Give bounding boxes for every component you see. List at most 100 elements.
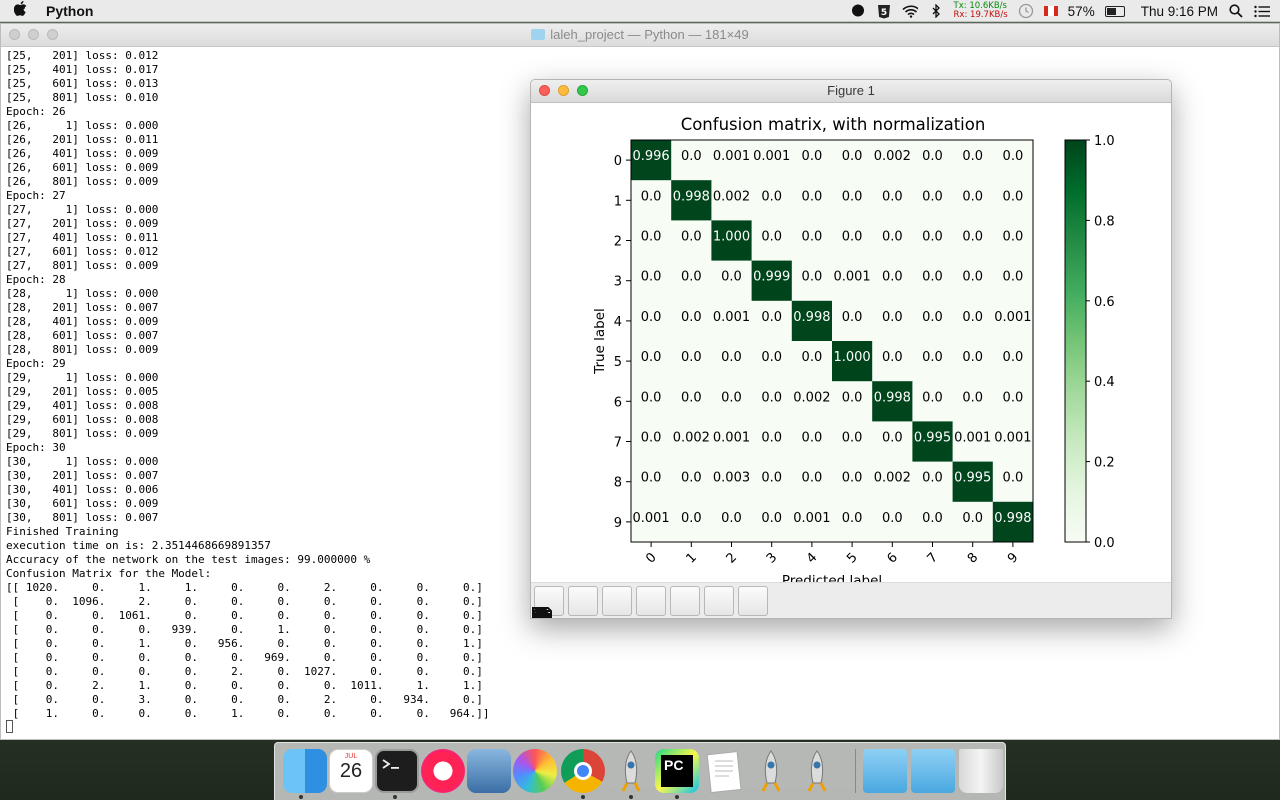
pycharm-icon[interactable]: PC xyxy=(655,749,699,793)
heatmap-cell-label: 0.002 xyxy=(874,149,911,164)
terminal-line: [ 0. 0. 0. 0. 0. 969. 0. 0. 0. 0.] xyxy=(6,651,483,664)
colorbar-tick-label: 0.6 xyxy=(1094,295,1115,310)
chrome-icon[interactable] xyxy=(561,749,605,793)
confusion-matrix-chart[interactable]: Confusion matrix, with normalization 0.9… xyxy=(531,103,1171,582)
heatmap-cell-label: 0.0 xyxy=(842,431,863,446)
heatmap-cell-label: 0.001 xyxy=(793,511,830,526)
heatmap-cell-label: 0.0 xyxy=(681,270,702,285)
heatmap-cell-label: 0.0 xyxy=(882,431,903,446)
heatmap-cell-label: 0.0 xyxy=(761,471,782,486)
heatmap-cell-label: 0.0 xyxy=(802,350,823,365)
heatmap-cell-label: 0.0 xyxy=(681,230,702,245)
terminal-line: [[ 1020. 0. 1. 1. 0. 0. 2. 0. 0. 0.] xyxy=(6,581,483,594)
trash-icon[interactable] xyxy=(959,749,1003,793)
wifi-icon[interactable] xyxy=(901,4,918,18)
terminal-line: [ 0. 0. 1061. 0. 0. 0. 0. 0. 0. 0.] xyxy=(6,609,483,622)
heatmap-cell-label: 0.0 xyxy=(1003,350,1024,365)
terminal-line: [30, 801] loss: 0.007 xyxy=(6,511,159,524)
terminal-title-bar[interactable]: laleh_project — Python — 181×49 xyxy=(1,24,1279,47)
heatmap-cell-label: 0.002 xyxy=(713,189,750,204)
finder-icon[interactable] xyxy=(283,749,327,793)
battery-icon[interactable] xyxy=(1104,5,1125,17)
terminal-icon[interactable] xyxy=(375,749,419,793)
applications-folder-icon[interactable] xyxy=(863,749,907,793)
forward-button[interactable] xyxy=(533,585,632,618)
heatmap-cell-label: 0.0 xyxy=(842,511,863,526)
bluetooth-icon[interactable] xyxy=(928,4,944,18)
x-tick-label: 6 xyxy=(884,550,900,566)
heatmap-cell-label: 0.0 xyxy=(882,350,903,365)
close-window-button[interactable] xyxy=(539,85,550,96)
heatmap-cell-label: 0.001 xyxy=(713,149,750,164)
heatmap-cell-label: 0.001 xyxy=(954,431,991,446)
textedit-icon[interactable] xyxy=(703,749,747,794)
terminal-line: Epoch: 28 xyxy=(6,273,66,286)
python-launcher-icon[interactable] xyxy=(749,749,793,793)
figure-title-bar[interactable]: Figure 1 xyxy=(531,80,1171,103)
heatmap-cell-label: 0.0 xyxy=(1003,189,1024,204)
figure-window-title: Figure 1 xyxy=(827,83,875,98)
heatmap-cell-label: 0.0 xyxy=(842,230,863,245)
heatmap-cell-label: 0.996 xyxy=(632,149,669,164)
photos-icon[interactable] xyxy=(513,749,557,793)
figure-toolbar xyxy=(531,582,1171,618)
heatmap-cell-label: 0.0 xyxy=(962,390,983,405)
heatmap-cell-label: 0.002 xyxy=(673,431,710,446)
heatmap-cell-label: 0.0 xyxy=(802,471,823,486)
terminal-cursor xyxy=(6,720,13,733)
x-tick-label: 1 xyxy=(683,550,699,566)
save-figure-button[interactable] xyxy=(532,585,768,618)
x-tick-label: 3 xyxy=(764,550,780,566)
heatmap-cell-label: 0.0 xyxy=(641,471,662,486)
downloads-folder-icon[interactable] xyxy=(911,749,955,793)
battery-percent[interactable]: 57% xyxy=(1068,4,1095,19)
heatmap-cell-label: 0.0 xyxy=(681,350,702,365)
notification-center-icon[interactable] xyxy=(1254,4,1270,18)
colorbar-tick-label: 0.8 xyxy=(1094,214,1115,229)
terminal-line: [25, 801] loss: 0.010 xyxy=(6,91,159,104)
heatmap-cell-label: 0.0 xyxy=(681,511,702,526)
heatmap-cell-label: 0.001 xyxy=(713,310,750,325)
minimize-window-button[interactable] xyxy=(28,29,39,40)
x-axis-label: Predicted label xyxy=(782,573,882,582)
input-source-flag-icon[interactable] xyxy=(1043,6,1058,16)
python-launcher-icon[interactable] xyxy=(795,749,839,793)
zoom-button[interactable] xyxy=(532,585,700,618)
zoom-window-button[interactable] xyxy=(577,85,588,96)
terminal-line: [30, 1] loss: 0.000 xyxy=(6,455,159,468)
network-monitor[interactable]: Tx: 10.6KB/s Rx: 19.7KB/s xyxy=(954,2,1008,20)
zoom-window-button[interactable] xyxy=(47,29,58,40)
terminal-line: [ 1. 0. 0. 0. 1. 0. 0. 0. 0. 964.]] xyxy=(6,707,490,720)
pan-button[interactable] xyxy=(532,585,666,618)
pycharm-label: PC xyxy=(661,755,693,787)
x-tick-label: 9 xyxy=(1005,550,1021,566)
svg-text:5: 5 xyxy=(880,8,886,18)
apple-menu-icon[interactable] xyxy=(0,0,40,20)
close-window-button[interactable] xyxy=(9,29,20,40)
y-tick-label: 9 xyxy=(614,516,622,531)
terminal-output[interactable]: [25, 201] loss: 0.012 [25, 401] loss: 0.0… xyxy=(6,49,489,721)
time-machine-icon[interactable] xyxy=(1018,3,1034,19)
heatmap-cell-label: 0.001 xyxy=(632,511,669,526)
back-button[interactable] xyxy=(533,585,598,618)
configure-subplots-button[interactable] xyxy=(533,585,734,618)
status-bubble-icon[interactable] xyxy=(850,4,866,18)
heatmap-cell-label: 0.999 xyxy=(753,270,790,285)
python-launcher-icon[interactable] xyxy=(609,749,653,793)
terminal-line: [ 0. 0. 1. 0. 956. 0. 0. 0. 0. 1.] xyxy=(6,637,483,650)
spotlight-search-icon[interactable] xyxy=(1228,4,1244,18)
network-rx: Rx: 19.7KB/s xyxy=(953,10,1008,20)
preview-icon[interactable] xyxy=(467,749,511,793)
y-tick-label: 5 xyxy=(614,355,622,370)
html5-icon[interactable]: 5 xyxy=(876,4,892,18)
terminal-line: [28, 201] loss: 0.007 xyxy=(6,301,159,314)
menubar-clock[interactable]: Thu 9:16 PM xyxy=(1141,4,1218,19)
heatmap-cell-label: 0.001 xyxy=(713,431,750,446)
calendar-month: JUL xyxy=(344,753,358,760)
calendar-icon[interactable]: JUL 26 xyxy=(329,749,373,793)
terminal-line: [26, 401] loss: 0.009 xyxy=(6,147,159,160)
minimize-window-button[interactable] xyxy=(558,85,569,96)
heatmap-cell-label: 0.0 xyxy=(842,390,863,405)
active-app-name[interactable]: Python xyxy=(46,3,93,19)
itunes-icon[interactable] xyxy=(421,749,465,793)
